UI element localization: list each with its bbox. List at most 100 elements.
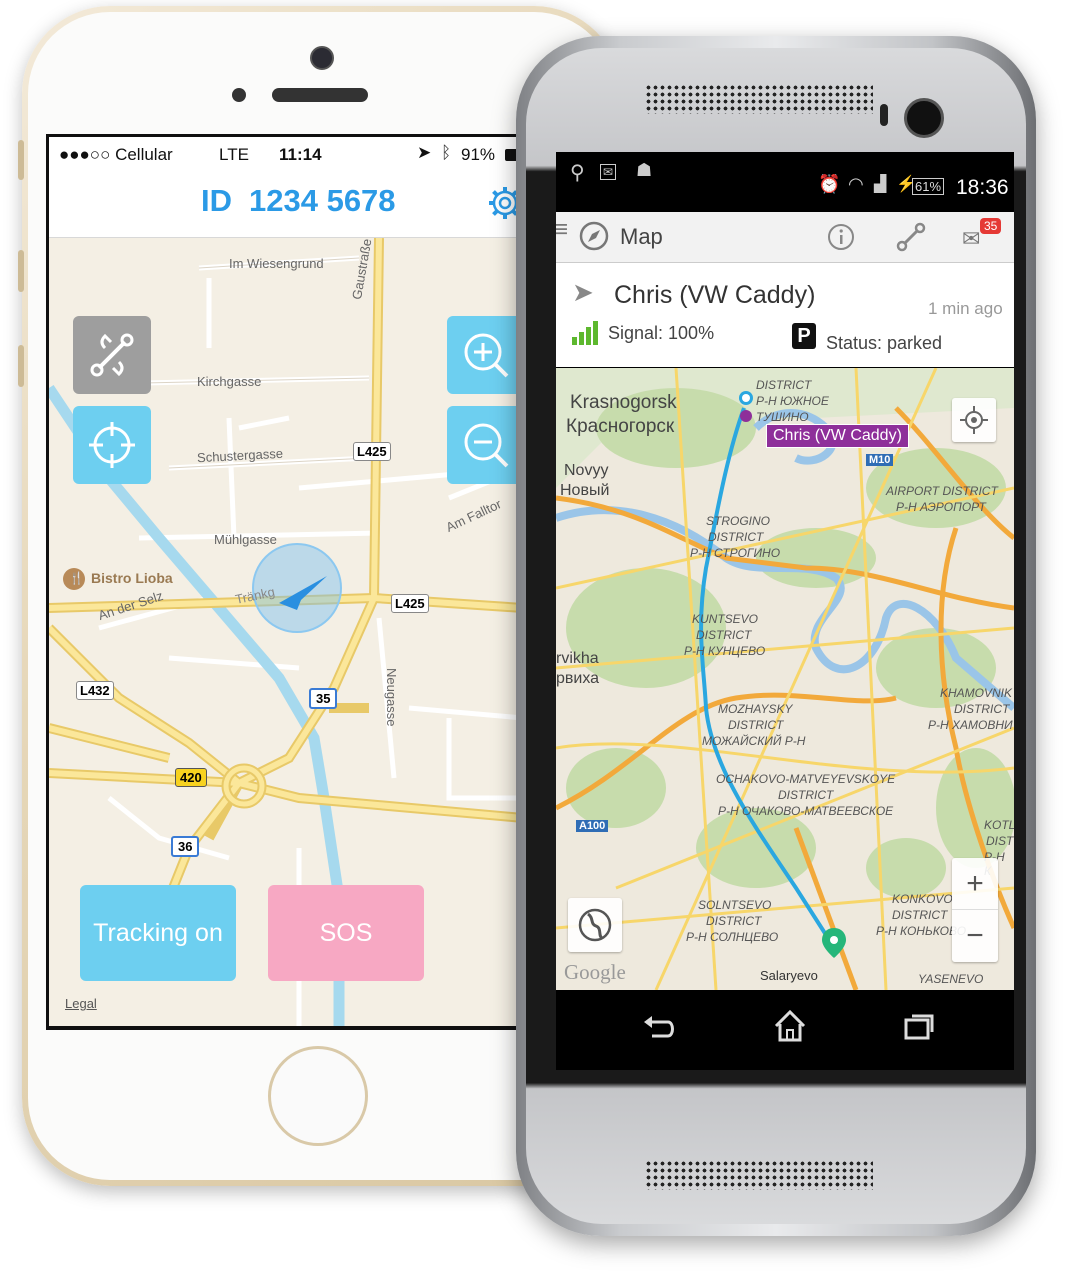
globe-icon — [578, 908, 612, 942]
road-shield: 35 — [309, 688, 338, 709]
legal-link[interactable]: Legal — [65, 996, 97, 1011]
map-label: DISTRICT — [778, 788, 834, 802]
restaurant-icon: 🍴 — [69, 571, 84, 585]
vehicle-map-callout[interactable]: Chris (VW Caddy) — [766, 424, 909, 448]
crosshair-icon — [960, 406, 988, 434]
android-bottom-speaker — [645, 1160, 873, 1190]
vehicle-info-card[interactable]: ➤ Chris (VW Caddy) 1 min ago Signal: 100… — [556, 263, 1014, 367]
zoom-in-icon — [464, 333, 509, 378]
android-icon: ☗ — [636, 160, 653, 180]
android-top-speaker — [645, 84, 873, 114]
route-icon[interactable] — [894, 220, 928, 254]
map-type-button[interactable] — [568, 898, 622, 952]
map-label: KONKOVO — [892, 892, 953, 906]
parked-icon: P — [792, 323, 816, 349]
android-action-bar: ≡ Map ✉ 35 — [556, 212, 1014, 263]
map-label: Salaryevo — [760, 968, 818, 983]
recent-apps-icon[interactable] — [900, 1008, 936, 1044]
sos-button[interactable]: SOS — [268, 885, 424, 981]
iphone-volume-button — [18, 140, 24, 180]
clock: 18:36 — [956, 176, 1009, 199]
device-id-label: ID — [201, 183, 232, 218]
map-label: KOTL — [984, 818, 1014, 832]
map-label: DISTRICT — [892, 908, 948, 922]
signal-bars-icon — [572, 321, 598, 345]
highway-shield: A100 — [576, 820, 609, 832]
back-icon[interactable] — [640, 1010, 680, 1046]
info-icon[interactable] — [826, 222, 856, 252]
zoom-out-button[interactable]: − — [952, 910, 998, 962]
highway-shield: M10 — [866, 454, 894, 466]
map-label: DISTRICT — [728, 718, 784, 732]
map-label: Р-Н АЭРОПОРТ — [896, 500, 986, 514]
map-label: MOZHAYSKY — [718, 702, 793, 716]
usb-icon: ⚲ — [570, 162, 585, 184]
map-label: Новый — [560, 482, 610, 499]
map-label: Р-Н ХАМОВНИ — [928, 718, 1013, 732]
location-arrow-icon: ➤ — [417, 143, 432, 162]
map-label: DISTRICT — [954, 702, 1010, 716]
home-icon[interactable] — [770, 1006, 810, 1046]
ios-status-bar: ●●●○○ Cellular LTE 11:14 ➤ ᛒ 91% — [49, 137, 525, 171]
ios-app-header: ID 1234 5678 — [49, 171, 523, 238]
zoom-out-button[interactable] — [447, 406, 523, 484]
poi-label: Bistro Lioba — [91, 570, 173, 586]
street-label: Mühlgasse — [214, 532, 277, 547]
map-label: KHAMOVNIK — [940, 686, 1013, 700]
map-label: Р-Н СТРОГИНО — [690, 546, 781, 560]
map-label: YASENEVO — [918, 972, 984, 986]
road-shield: L425 — [391, 594, 429, 613]
road-shield: L425 — [353, 442, 391, 461]
route-button[interactable] — [73, 316, 151, 394]
street-label: Neugasse — [384, 668, 399, 727]
route-icon — [90, 333, 134, 377]
road-shield: 420 — [175, 768, 207, 787]
menu-icon[interactable]: ≡ — [556, 216, 568, 244]
map-label: DISTRICT — [708, 530, 764, 544]
zoom-in-button[interactable] — [447, 316, 523, 394]
map-label: SOLNTSEVO — [698, 898, 772, 912]
compass-icon — [579, 221, 609, 251]
vehicle-status: Status: parked — [826, 333, 943, 353]
zoom-control: + − — [952, 858, 998, 962]
map-label: STROGINO — [706, 514, 771, 528]
my-location-button[interactable] — [952, 398, 996, 442]
navigation-arrow-icon: ➤ — [572, 277, 594, 307]
locate-button[interactable] — [73, 406, 151, 484]
network-type: LTE — [219, 145, 249, 164]
battery-indicator: 61% — [912, 178, 945, 195]
map-label: DISTRICT — [696, 628, 752, 642]
cell-signal-icon: ▟ — [874, 176, 887, 193]
map-label: МОЖАЙСКИЙ Р-Н — [702, 734, 806, 748]
map-label: KUNTSEVO — [692, 612, 759, 626]
wifi-icon: ◠ — [848, 174, 864, 194]
clock: 11:14 — [279, 145, 322, 164]
ios-map-view[interactable]: Im Wiesengrund Gaustraße Kirchgasse Schu… — [49, 238, 523, 1026]
crosshair-icon — [89, 422, 135, 468]
map-label: Р-Н КУНЦЕВО — [684, 644, 766, 658]
android-map-view[interactable]: Chris (VW Caddy) Krasnogorsk Красногорск… — [556, 368, 1014, 990]
map-label: Р-Н СОЛНЦЕВО — [686, 930, 779, 944]
map-label: DISTRICT — [706, 914, 762, 928]
iphone-sensor — [232, 88, 246, 102]
alerts-icon[interactable]: ✉ — [962, 226, 980, 252]
iphone-home-button[interactable] — [268, 1046, 368, 1146]
battery-percent: 91% — [461, 145, 496, 164]
android-front-camera — [904, 98, 944, 138]
map-label: OCHAKOVO-MATVEYEVSKOYE — [716, 772, 896, 786]
alerts-count-badge: 35 — [980, 218, 1002, 234]
zoom-out-icon — [464, 423, 509, 468]
alarm-icon: ⏰ — [818, 174, 841, 194]
vehicle-name: Chris (VW Caddy) — [614, 281, 816, 309]
map-label: Р-Н ЮЖНОЕ — [756, 394, 829, 408]
map-label: AIRPORT DISTRICT — [886, 484, 998, 498]
map-label: ТУШИНО — [756, 410, 809, 424]
map-label: Novyy — [564, 462, 609, 479]
android-status-bar: ⚲ ✉ ☗ ⏰ ◠ ▟ ⚡ 61% 18:36 — [556, 152, 1014, 212]
tracking-button[interactable]: Tracking on — [80, 885, 236, 981]
zoom-in-button[interactable]: + — [952, 858, 998, 910]
road-shield: L432 — [76, 681, 114, 700]
last-seen-time: 1 min ago — [928, 299, 1003, 318]
voicemail-icon: ✉ — [600, 164, 617, 180]
google-logo: Google — [564, 960, 626, 984]
